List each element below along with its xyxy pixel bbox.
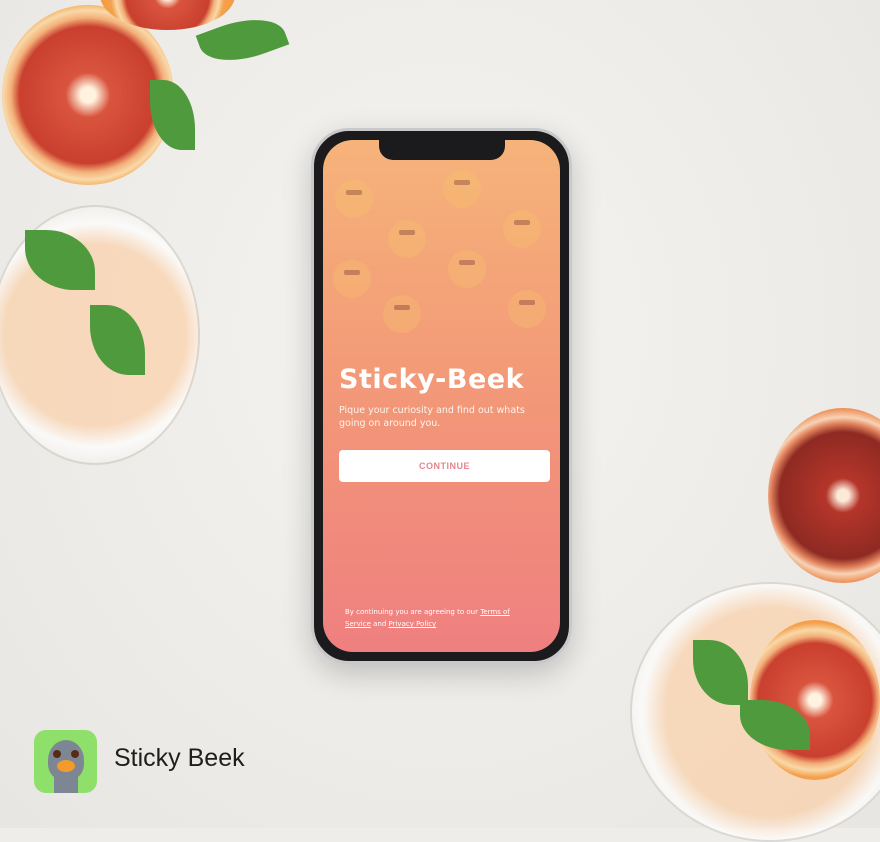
orange-slice-image: [2, 5, 174, 185]
ostrich-head: [48, 740, 84, 780]
avatar-icon: [448, 250, 486, 288]
legal-and: and: [370, 620, 389, 628]
tagline: Pique your curiosity and find out whats …: [339, 405, 525, 429]
phone-mockup: Sticky-Beek Pique your curiosity and fin…: [311, 128, 572, 664]
continue-button[interactable]: CONTINUE: [339, 450, 550, 482]
legal-prefix: By continuing you are agreeing to our: [345, 608, 481, 616]
avatar-icon: [335, 180, 373, 218]
phone-screen: Sticky-Beek Pique your curiosity and fin…: [323, 140, 560, 652]
app-title: Sticky-Beek: [339, 364, 525, 395]
ostrich-eye: [53, 750, 61, 758]
avatar-icon: [388, 220, 426, 258]
avatar-icon: [503, 210, 541, 248]
ostrich-eye: [71, 750, 79, 758]
legal-text: By continuing you are agreeing to our Te…: [345, 606, 535, 630]
app-name: Sticky Beek: [114, 744, 245, 772]
avatar-pattern: [323, 150, 560, 340]
avatar-icon: [383, 295, 421, 333]
ostrich-beak: [57, 760, 75, 772]
avatar-icon: [443, 170, 481, 208]
avatar-icon: [333, 260, 371, 298]
privacy-link[interactable]: Privacy Policy: [389, 620, 437, 628]
avatar-icon: [508, 290, 546, 328]
phone-notch: [378, 140, 505, 160]
ostrich-app-icon: [34, 730, 97, 793]
